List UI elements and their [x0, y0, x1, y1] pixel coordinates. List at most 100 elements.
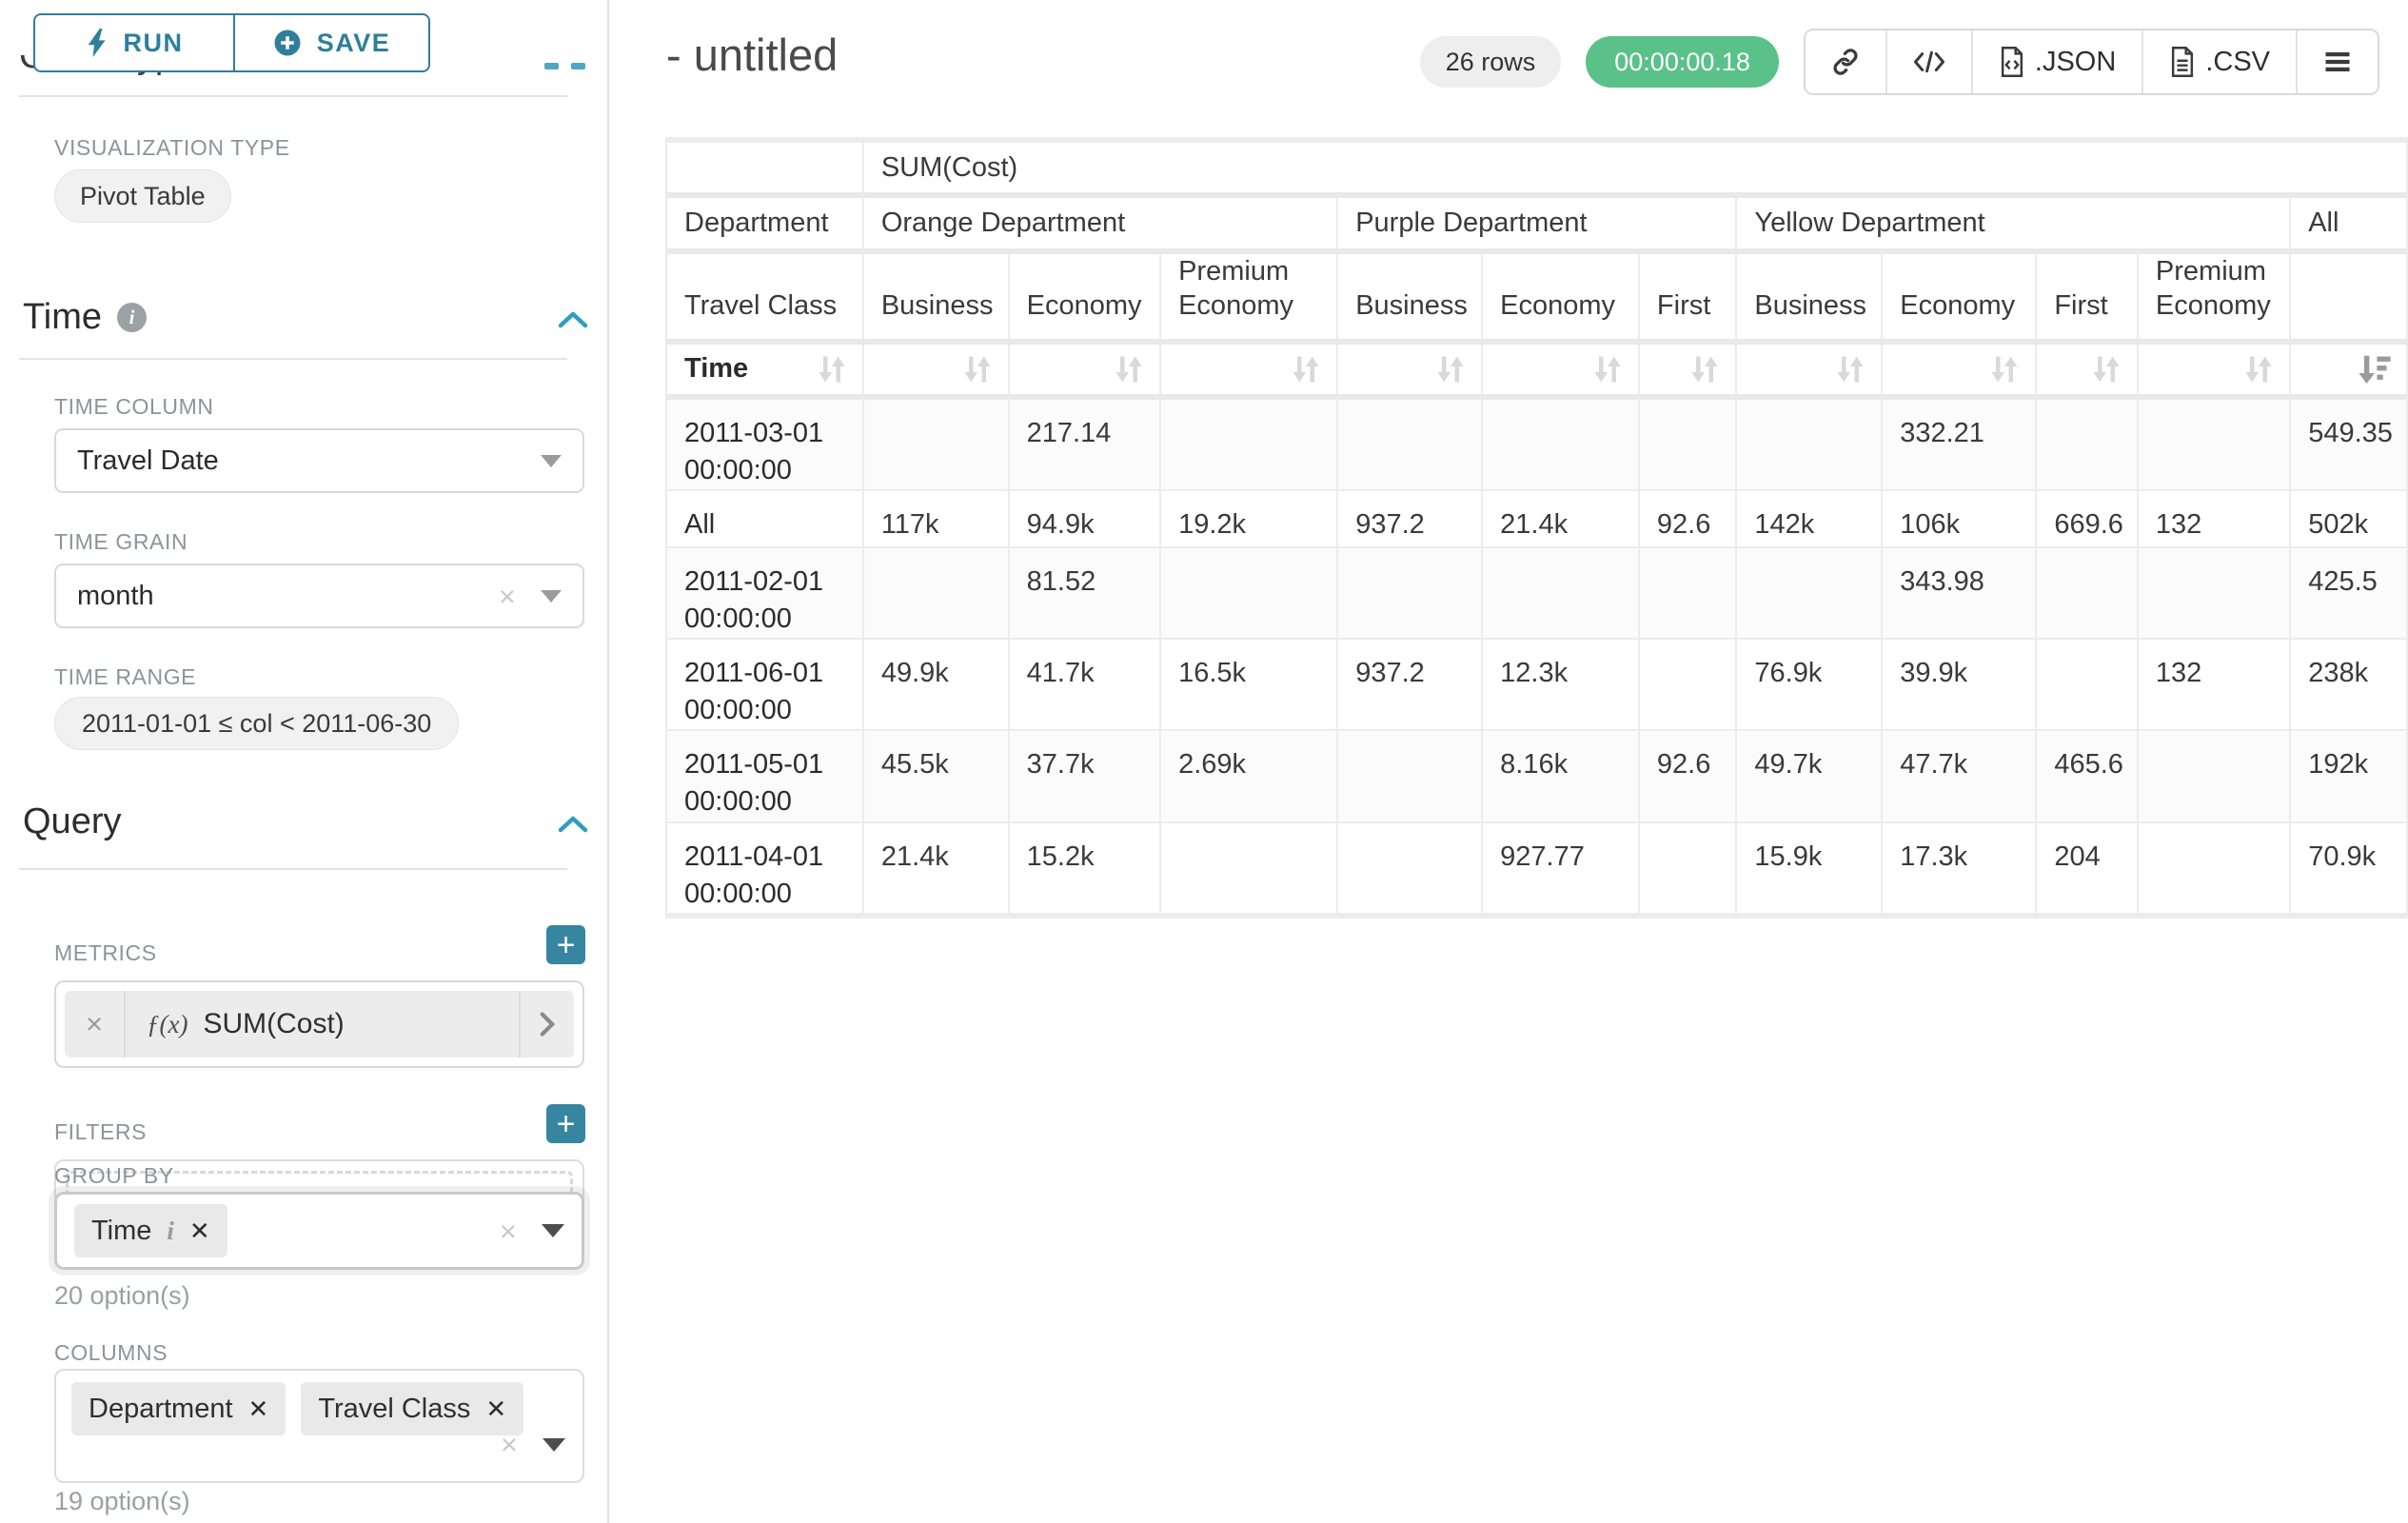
sort-icon: [1590, 352, 1625, 386]
menu-button[interactable]: [2298, 30, 2378, 93]
pivot-cell: 76.9k: [1736, 639, 1882, 730]
view-query-button[interactable]: [1887, 30, 1973, 93]
export-json-button[interactable]: .JSON: [1973, 30, 2143, 93]
chevron-down-icon[interactable]: [542, 1224, 564, 1237]
save-button[interactable]: SAVE: [235, 13, 430, 72]
travel-class-header: [2290, 251, 2407, 342]
lightning-icon: [86, 29, 109, 57]
chevron-remnant-icon: [544, 63, 559, 69]
pivot-cell: [1160, 547, 1337, 639]
column-sort-header[interactable]: [1639, 342, 1736, 397]
query-timer-badge: 00:00:00.18: [1586, 36, 1779, 88]
travel-class-header: First: [1639, 251, 1736, 342]
column-sort-header[interactable]: [1160, 342, 1337, 397]
pivot-cell: 47.7k: [1882, 730, 2036, 821]
pivot-cell: 15.9k: [1736, 822, 1882, 916]
group-by-chip[interactable]: Time i ✕: [74, 1204, 227, 1257]
remove-chip-icon[interactable]: ✕: [485, 1394, 506, 1424]
pivot-cell: [863, 547, 1009, 639]
time-section-title: Time i: [23, 297, 147, 338]
group-by-option-count: 20 option(s): [54, 1281, 190, 1311]
pivot-cell: 21.4k: [1482, 490, 1639, 547]
collapse-time-chevron-icon[interactable]: [558, 310, 588, 329]
chevron-down-icon[interactable]: [541, 455, 562, 467]
department-group-header: Orange Department: [863, 195, 1337, 251]
column-sort-header[interactable]: [2036, 342, 2138, 397]
pivot-cell: 94.9k: [1009, 490, 1160, 547]
column-sort-header[interactable]: [1009, 342, 1160, 397]
row-dimension-sort-header[interactable]: Time: [666, 342, 863, 397]
columns-chip[interactable]: Department ✕: [71, 1382, 286, 1435]
pivot-cell: [2036, 397, 2138, 490]
pivot-cell: [1639, 397, 1736, 490]
pivot-cell: 21.4k: [863, 822, 1009, 916]
pivot-row: 2011-02-0100:00:0081.52343.98425.5: [666, 547, 2407, 639]
chevron-down-icon[interactable]: [543, 1438, 565, 1452]
control-panel-sidebar: Chart Type RUN SAVE VISUALIZATION TYPE P…: [0, 0, 609, 1523]
column-sort-header[interactable]: [2290, 342, 2407, 397]
remove-chip-icon[interactable]: ✕: [189, 1216, 210, 1246]
superset-explore-page: Chart Type RUN SAVE VISUALIZATION TYPE P…: [0, 0, 2408, 1523]
columns-chip[interactable]: Travel Class ✕: [301, 1382, 523, 1435]
column-sort-header[interactable]: [1736, 342, 1882, 397]
row-label: All: [666, 490, 863, 547]
column-sort-header[interactable]: [863, 342, 1009, 397]
visualization-type-value: Pivot Table: [80, 182, 206, 211]
add-metric-button[interactable]: +: [546, 925, 585, 964]
run-button[interactable]: RUN: [33, 13, 235, 72]
pivot-cell: 15.2k: [1009, 822, 1160, 916]
export-toolbar: .JSON .CSV: [1804, 29, 2379, 95]
collapse-query-chevron-icon[interactable]: [558, 815, 588, 834]
metric-chip[interactable]: × ƒ(x) SUM(Cost): [65, 991, 574, 1058]
clear-icon[interactable]: ×: [499, 582, 516, 611]
clear-icon[interactable]: ×: [501, 1430, 518, 1459]
pivot-cell: 217.14: [1009, 397, 1160, 490]
department-group-header: Yellow Department: [1736, 195, 2290, 251]
chevron-down-icon[interactable]: [541, 590, 562, 603]
row-label: 2011-02-0100:00:00: [666, 547, 863, 639]
expand-metric-icon[interactable]: [519, 991, 574, 1058]
pivot-cell: [1160, 397, 1337, 490]
pivot-cell: 465.6: [2036, 730, 2138, 821]
travel-class-header: Business: [1337, 251, 1482, 342]
pivot-cell: 70.9k: [2290, 822, 2407, 916]
chart-title[interactable]: - untitled: [666, 29, 838, 81]
pivot-cell: 937.2: [1337, 639, 1482, 730]
pivot-cell: [1639, 639, 1736, 730]
sort-desc-icon: [2357, 351, 2393, 387]
remove-chip-icon[interactable]: ✕: [248, 1394, 269, 1424]
remove-metric-icon[interactable]: ×: [65, 991, 126, 1058]
pivot-cell: [1337, 822, 1482, 916]
pivot-cell: 12.3k: [1482, 639, 1639, 730]
visualization-type-pill[interactable]: Pivot Table: [54, 169, 231, 223]
copy-link-button[interactable]: [1806, 30, 1887, 93]
columns-option-count: 19 option(s): [54, 1487, 190, 1516]
time-column-select[interactable]: Travel Date: [54, 428, 584, 493]
file-lines-icon: [2169, 47, 2196, 77]
pivot-cell: [2138, 822, 2290, 916]
subcolumn-dimension-label: Travel Class: [666, 251, 863, 342]
info-icon: i: [117, 303, 147, 332]
divider: [19, 868, 567, 870]
column-sort-header[interactable]: [2138, 342, 2290, 397]
code-icon: [1913, 49, 1945, 75]
column-sort-header[interactable]: [1482, 342, 1639, 397]
info-icon: i: [167, 1216, 174, 1246]
column-sort-header[interactable]: [1882, 342, 2036, 397]
pivot-cell: [1482, 397, 1639, 490]
columns-select[interactable]: Department ✕ Travel Class ✕ ×: [54, 1369, 584, 1483]
filters-label: FILTERS: [54, 1119, 147, 1145]
pivot-cell: 81.52: [1009, 547, 1160, 639]
time-range-pill[interactable]: 2011-01-01 ≤ col < 2011-06-30: [54, 697, 459, 750]
sort-icon: [815, 352, 849, 386]
time-column-label: TIME COLUMN: [54, 394, 214, 420]
clear-icon[interactable]: ×: [500, 1216, 517, 1246]
time-grain-select[interactable]: month ×: [54, 564, 584, 628]
group-by-select[interactable]: Time i ✕ ×: [54, 1192, 584, 1270]
export-csv-button[interactable]: .CSV: [2143, 30, 2298, 93]
add-filter-plus-button[interactable]: +: [546, 1104, 585, 1143]
file-code-icon: [1999, 47, 2025, 77]
department-group-header: All: [2290, 195, 2407, 251]
pivot-row: 2011-06-0100:00:0049.9k41.7k16.5k937.212…: [666, 639, 2407, 730]
column-sort-header[interactable]: [1337, 342, 1482, 397]
